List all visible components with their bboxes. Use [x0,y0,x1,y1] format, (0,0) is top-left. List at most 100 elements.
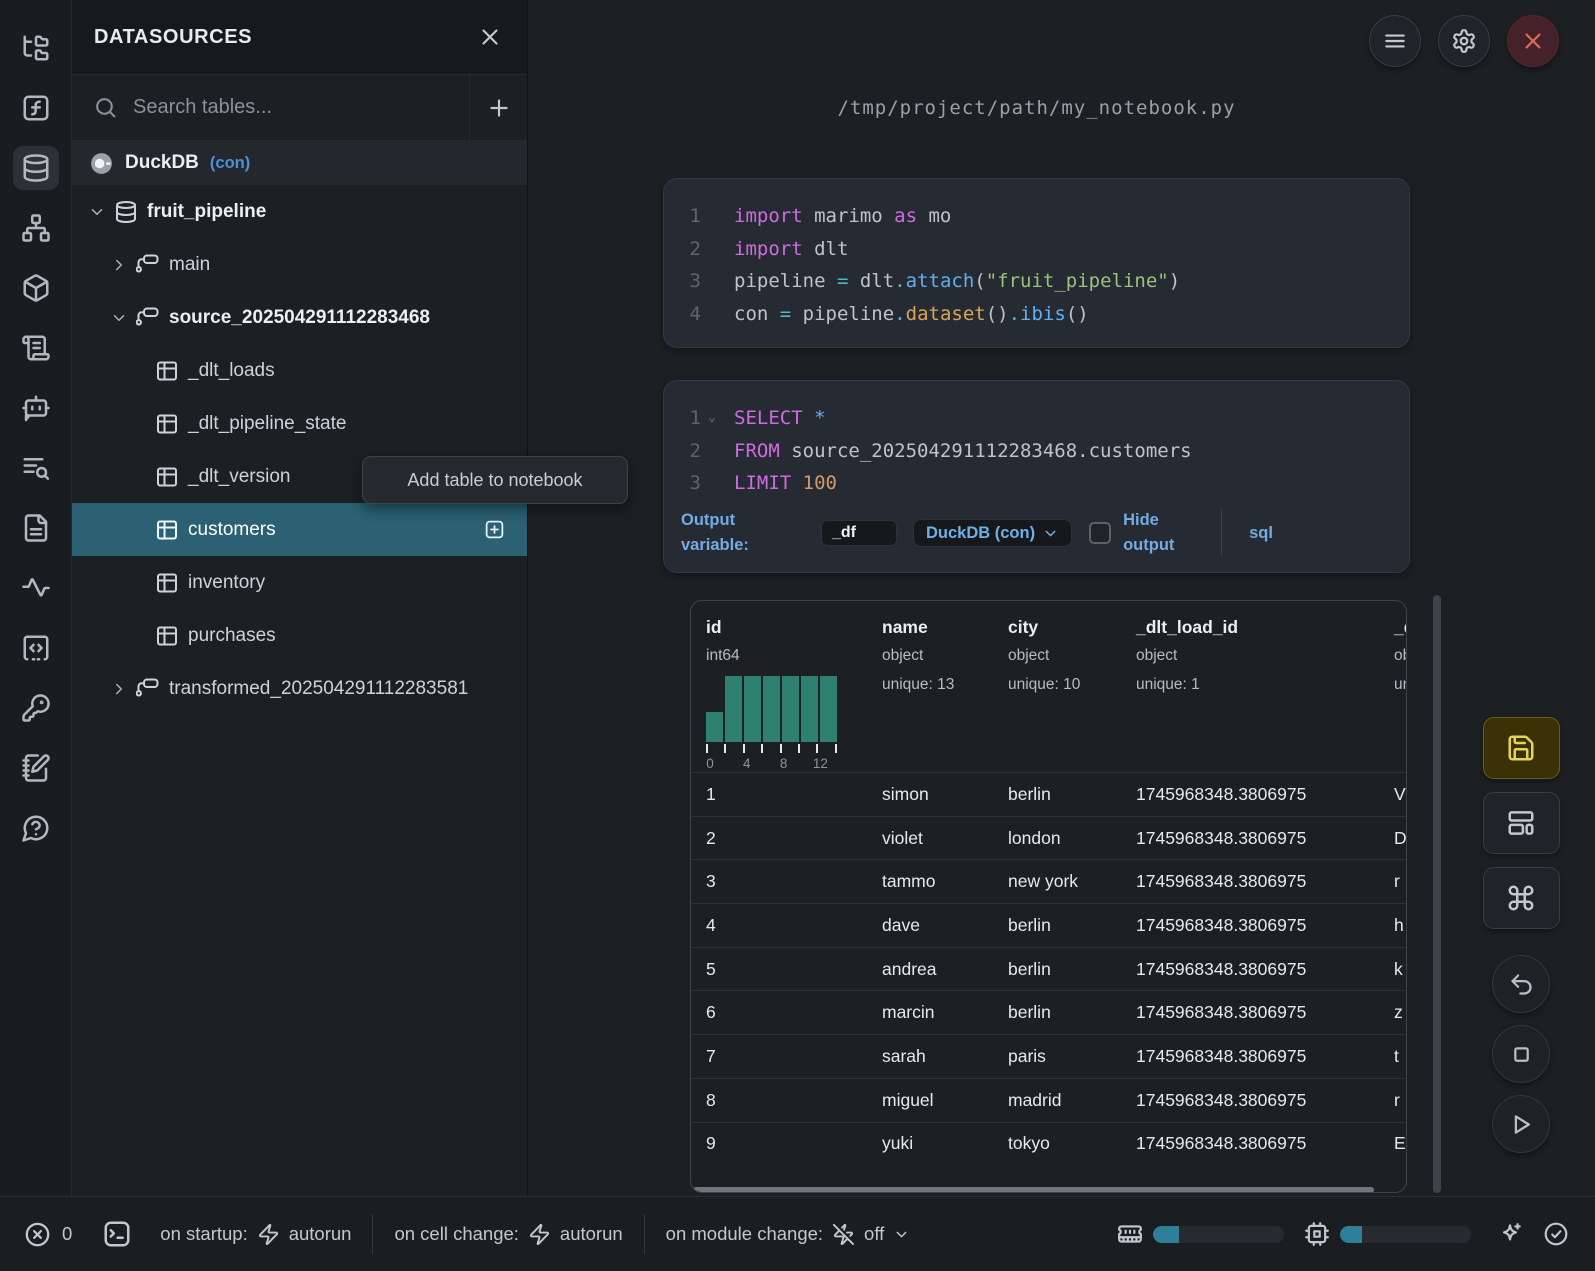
tree-item-_dlt_loads[interactable]: _dlt_loads [72,344,527,397]
table-cell: k [1379,959,1406,980]
layout-button[interactable] [1483,792,1560,854]
table-grid-icon [155,465,179,489]
id-histogram: 04812 [706,676,837,772]
table-cell: 1 [691,784,867,805]
table-row[interactable]: 7sarahparis1745968348.3806975t [691,1034,1406,1078]
chevron-down-icon[interactable] [110,309,130,327]
python-code-editor[interactable]: 1import marimo as mo2import dlt3pipeline… [664,179,1409,330]
scroll-text-icon[interactable] [13,326,59,370]
shutdown-button[interactable] [1507,15,1559,67]
code-block-icon[interactable] [13,626,59,670]
table-row[interactable]: 3tammonew york1745968348.3806975r [691,859,1406,903]
function-square-icon[interactable] [13,86,59,130]
tree-item-label: main [169,254,210,276]
file-tree-icon[interactable] [13,26,59,70]
table-header: idint6404812nameobjectunique: 13cityobje… [691,601,1406,772]
table-cell: z [1379,1002,1406,1023]
vertical-scrollbar[interactable] [1433,595,1441,1193]
on-cell-change-value: autorun [560,1223,623,1245]
settings-button[interactable] [1438,15,1490,67]
notebook-area: /tmp/project/path/my_notebook.py 1import… [529,0,1595,1196]
undo-button[interactable] [1492,955,1550,1013]
hide-output-checkbox[interactable] [1089,522,1111,544]
chat-bot-icon[interactable] [13,386,59,430]
tree-item-purchases[interactable]: purchases [72,609,527,662]
column-header-_dlt_load_id: _dlt_load_idobjectunique: 1 [1121,617,1379,772]
tracing-icon[interactable] [13,566,59,610]
chevron-down-icon[interactable] [88,203,108,221]
save-button[interactable] [1483,717,1560,779]
datasource-tree: fruit_pipelinemain source_202504291112283… [72,185,527,715]
key-icon[interactable] [13,686,59,730]
help-icon[interactable] [13,806,59,850]
file-text-icon[interactable] [13,506,59,550]
datasources-panel: DATASOURCES Search tables... DuckDB (con… [72,0,528,1196]
search-placeholder: Search tables... [133,96,272,119]
tree-item-label: purchases [188,625,276,647]
run-button[interactable] [1492,1095,1550,1153]
sql-cell[interactable]: 1⌄SELECT *2FROM source_20250429111228346… [663,380,1410,573]
chevron-right-icon[interactable] [110,256,130,274]
table-row[interactable]: 1simonberlin1745968348.3806975V [691,772,1406,816]
schema-icon [136,253,160,277]
search-row: Search tables... [72,75,527,141]
tree-item-main[interactable]: main [72,238,527,291]
connection-engine: DuckDB [125,152,199,174]
tree-item-transformed_202504291112283581[interactable]: transformed_202504291112283581 [72,662,527,715]
line-number: 2 [664,233,701,266]
table-row[interactable]: 2violetlondon1745968348.3806975D [691,816,1406,860]
database-icon[interactable] [13,146,59,190]
keyboard-shortcuts-button[interactable] [1483,867,1560,929]
dependency-graph-icon[interactable] [13,206,59,250]
table-row[interactable]: 8miguelmadrid1745968348.3806975r [691,1078,1406,1122]
chevron-right-icon[interactable] [110,680,130,698]
connection-row[interactable]: DuckDB (con) [72,141,527,185]
column-header-city: cityobjectunique: 10 [993,617,1121,772]
table-row[interactable]: 9yukitokyo1745968348.3806975E [691,1122,1406,1166]
python-cell[interactable]: 1import marimo as mo2import dlt3pipeline… [663,178,1410,348]
search-input[interactable]: Search tables... [72,75,469,140]
on-module-change-setting[interactable]: on module change: off [666,1223,911,1246]
terminal-button[interactable] [102,1219,132,1249]
table-cell: 1745968348.3806975 [1121,1002,1379,1023]
column-header-name: nameobjectunique: 13 [867,617,993,772]
ai-sparkles-icon[interactable] [1497,1221,1523,1247]
table-cell: 1745968348.3806975 [1121,1046,1379,1067]
sql-code-editor[interactable]: 1⌄SELECT *2FROM source_20250429111228346… [664,381,1409,500]
horizontal-scrollbar[interactable] [693,1187,1374,1193]
interrupt-button[interactable] [1492,1025,1550,1083]
chevron-down-icon [1042,525,1059,542]
add-datasource-button[interactable] [469,75,527,140]
menu-button[interactable] [1369,15,1421,67]
tree-item-customers[interactable]: customers [72,503,527,556]
tree-item-inventory[interactable]: inventory [72,556,527,609]
error-count: 0 [62,1223,72,1245]
tree-item-fruit_pipeline[interactable]: fruit_pipeline [72,185,527,238]
check-circle-icon[interactable] [1543,1221,1569,1247]
tree-item-_dlt_pipeline_state[interactable]: _dlt_pipeline_state [72,397,527,450]
table-cell: new york [993,871,1121,892]
close-panel-icon[interactable] [477,24,503,50]
error-indicator[interactable]: 0 [24,1221,72,1248]
table-row[interactable]: 6marcinberlin1745968348.3806975z [691,990,1406,1034]
table-row[interactable]: 4daveberlin1745968348.3806975h [691,903,1406,947]
scratchpad-icon[interactable] [13,746,59,790]
table-cell: 8 [691,1090,867,1111]
table-row[interactable]: 5andreaberlin1745968348.3806975k [691,947,1406,991]
connection-variable: (con) [210,154,250,173]
package-icon[interactable] [13,266,59,310]
log-search-icon[interactable] [13,446,59,490]
fold-chevron-icon[interactable]: ⌄ [708,402,716,435]
table-cell: berlin [993,915,1121,936]
table-cell: 1745968348.3806975 [1121,1133,1379,1154]
output-variable-input[interactable]: _df [821,520,897,546]
add-table-button[interactable] [484,519,505,540]
table-cell: 2 [691,828,867,849]
tree-item-source_202504291112283468[interactable]: source_202504291112283468 [72,291,527,344]
cpu-icon [1304,1221,1330,1247]
divider [644,1214,645,1254]
table-cell: 5 [691,959,867,980]
on-startup-setting[interactable]: on startup: autorun [160,1223,351,1246]
engine-select[interactable]: DuckDB (con) [913,519,1072,547]
on-cell-change-setting[interactable]: on cell change: autorun [394,1223,622,1246]
